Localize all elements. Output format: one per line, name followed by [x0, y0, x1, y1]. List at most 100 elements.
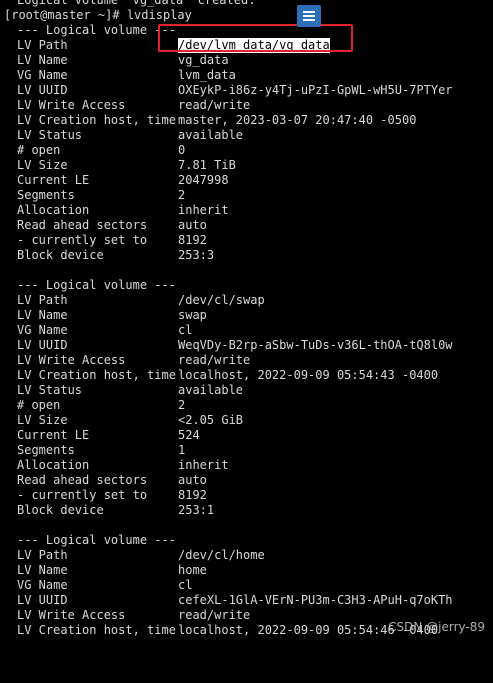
field-value: lvm_data — [178, 68, 236, 82]
field-value: 0 — [178, 143, 186, 157]
field-label: LV Size — [17, 158, 68, 172]
field-label: Current LE — [17, 173, 90, 187]
field-value: available — [178, 128, 244, 142]
field-row: LV Path /dev/cl/home — [0, 548, 493, 563]
field-value: available — [178, 383, 244, 397]
terminal-output[interactable]: Logical volume "vg_data" created. [root@… — [0, 0, 493, 638]
field-row: LV Status available — [0, 383, 493, 398]
field-row: Current LE 524 — [0, 428, 493, 443]
field-row: Read ahead sectors auto — [0, 218, 493, 233]
field-row: # open 0 — [0, 143, 493, 158]
field-row: LV Size <2.05 GiB — [0, 413, 493, 428]
field-row: - currently set to 8192 — [0, 488, 493, 503]
field-value: read/write — [178, 608, 251, 622]
field-value: 524 — [178, 428, 200, 442]
field-label: LV UUID — [17, 593, 68, 607]
field-label: LV Status — [17, 128, 83, 142]
volume-header: --- Logical volume --- — [0, 533, 493, 548]
field-value: 253:3 — [178, 248, 215, 262]
field-row: LV Status available — [0, 128, 493, 143]
field-value: swap — [178, 308, 207, 322]
field-row: Current LE 2047998 — [0, 173, 493, 188]
field-value: inherit — [178, 458, 229, 472]
field-value: 2047998 — [178, 173, 229, 187]
field-label: LV UUID — [17, 338, 68, 352]
field-value: 1 — [178, 443, 186, 457]
field-row: LV UUID cefeXL-1GlA-VErN-PU3m-C3H3-APuH-… — [0, 593, 493, 608]
field-value: 7.81 TiB — [178, 158, 236, 172]
field-row: LV UUID OXEykP-i86z-y4Tj-uPzI-GpWL-wH5U-… — [0, 83, 493, 98]
field-row: Allocation inherit — [0, 203, 493, 218]
field-value: <2.05 GiB — [178, 413, 244, 427]
field-row: LV Name swap — [0, 308, 493, 323]
field-row: Segments 2 — [0, 188, 493, 203]
field-label: LV Write Access — [17, 608, 126, 622]
field-row: VG Name lvm_data — [0, 68, 493, 83]
field-label: LV Creation host, time — [17, 623, 176, 637]
field-value: 8192 — [178, 488, 207, 502]
field-value: vg_data — [178, 53, 229, 67]
field-label: LV Status — [17, 383, 83, 397]
menu-bar — [303, 11, 315, 13]
field-value: 8192 — [178, 233, 207, 247]
field-row: LV Name vg_data — [0, 53, 493, 68]
field-value: cefeXL-1GlA-VErN-PU3m-C3H3-APuH-q7oKTh — [178, 593, 453, 607]
hamburger-menu-icon[interactable] — [297, 5, 321, 27]
field-value: inherit — [178, 203, 229, 217]
volume-header: --- Logical volume --- — [0, 278, 493, 293]
field-row: Segments 1 — [0, 443, 493, 458]
field-row: LV Creation host, time master, 2023-03-0… — [0, 113, 493, 128]
field-label: Allocation — [17, 458, 90, 472]
volume-header-text: --- Logical volume --- — [17, 533, 176, 547]
field-label: Allocation — [17, 203, 90, 217]
field-value: home — [178, 563, 207, 577]
field-row: LV Size 7.81 TiB — [0, 158, 493, 173]
red-annotation-box — [158, 24, 353, 52]
field-label: LV Path — [17, 548, 68, 562]
field-row: # open 2 — [0, 398, 493, 413]
volume-header-text: --- Logical volume --- — [17, 278, 176, 292]
field-value: 253:1 — [178, 503, 215, 517]
field-label: LV Write Access — [17, 98, 126, 112]
previous-output-line: Logical volume "vg_data" created. — [17, 0, 256, 7]
field-label: LV Name — [17, 53, 68, 67]
field-label: LV Path — [17, 293, 68, 307]
field-row: LV UUID WeqVDy-B2rp-aSbw-TuDs-v36L-thOA-… — [0, 338, 493, 353]
field-label: Block device — [17, 503, 104, 517]
field-value: 2 — [178, 398, 186, 412]
field-label: - currently set to — [17, 488, 148, 502]
field-value: OXEykP-i86z-y4Tj-uPzI-GpWL-wH5U-7PTYer — [178, 83, 453, 97]
watermark: CSDN @jerry-89 — [388, 620, 485, 634]
command-text: lvdisplay — [126, 8, 192, 22]
field-value: read/write — [178, 353, 251, 367]
field-label: Block device — [17, 248, 104, 262]
field-row: LV Name home — [0, 563, 493, 578]
field-row: Block device 253:1 — [0, 503, 493, 518]
menu-bar — [303, 19, 315, 21]
field-label: LV Name — [17, 308, 68, 322]
field-label: Segments — [17, 443, 75, 457]
field-label: LV Size — [17, 413, 68, 427]
field-label: LV Name — [17, 563, 68, 577]
field-label: VG Name — [17, 578, 68, 592]
field-row: LV Write Access read/write — [0, 98, 493, 113]
field-value: 2 — [178, 188, 186, 202]
field-label: VG Name — [17, 323, 68, 337]
field-label: Read ahead sectors — [17, 473, 148, 487]
volume-header-text: --- Logical volume --- — [17, 23, 176, 37]
field-row: LV Write Access read/write — [0, 353, 493, 368]
field-row: Block device 253:3 — [0, 248, 493, 263]
shell-prompt: [root@master ~]# lvdisplay — [4, 8, 192, 23]
field-label: Read ahead sectors — [17, 218, 148, 232]
field-row: LV Path /dev/cl/swap — [0, 293, 493, 308]
field-value: auto — [178, 473, 207, 487]
field-label: # open — [17, 143, 61, 157]
field-row: VG Name cl — [0, 323, 493, 338]
field-label: # open — [17, 398, 61, 412]
field-row: - currently set to 8192 — [0, 233, 493, 248]
field-row: LV Creation host, time localhost, 2022-0… — [0, 368, 493, 383]
field-label: LV UUID — [17, 83, 68, 97]
field-value: /dev/cl/swap — [178, 293, 265, 307]
prompt-text: [root@master ~]# — [4, 8, 120, 22]
